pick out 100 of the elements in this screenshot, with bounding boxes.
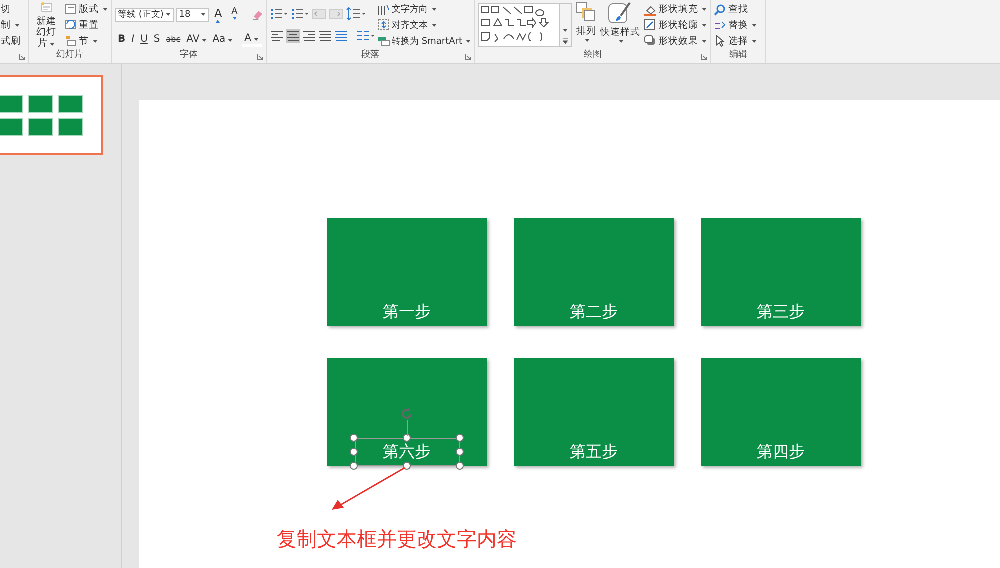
paragraph-command[interactable]: 文字方向 xyxy=(378,2,472,17)
caret-icon xyxy=(752,40,758,43)
font-name-field[interactable]: 等线 (正文) xyxy=(115,8,174,22)
shape-format-command[interactable]: 形状轮廓 xyxy=(644,18,708,32)
dialog-launcher-icon[interactable] xyxy=(465,54,472,60)
step-label: 第二步 xyxy=(570,302,618,322)
dialog-launcher-icon[interactable] xyxy=(701,54,708,60)
columns-icon[interactable] xyxy=(356,30,376,42)
step-rectangle[interactable]: 第三步 xyxy=(701,218,861,326)
caret-icon xyxy=(228,39,233,42)
slide-command[interactable]: 版式 xyxy=(65,2,108,17)
text-box[interactable]: 第一步 xyxy=(354,298,460,326)
caret-icon xyxy=(618,40,624,43)
annotation-text: 复制文本框并更改文字内容 xyxy=(277,526,518,553)
paragraph-command[interactable]: 转换为 SmartArt xyxy=(378,34,472,48)
quick-styles-button[interactable]: 快速样式 xyxy=(600,2,640,49)
step-label: 第五步 xyxy=(570,442,618,462)
character-spacing-button[interactable]: AV xyxy=(184,32,210,47)
command-icon xyxy=(378,35,390,48)
caret-icon xyxy=(432,8,437,12)
numbering-icon[interactable] xyxy=(291,8,309,20)
up-caret-icon xyxy=(216,20,220,23)
caret-icon xyxy=(50,43,55,46)
shrink-font-button[interactable]: A xyxy=(228,7,242,22)
down-caret-icon xyxy=(232,17,237,20)
editing-command[interactable]: 选择 xyxy=(714,34,758,48)
align-button[interactable] xyxy=(270,29,284,43)
command-icon xyxy=(378,19,390,32)
step-label: 第一步 xyxy=(383,302,431,322)
step-rectangle[interactable]: 第四步 xyxy=(701,358,861,466)
editing-command[interactable]: 查找 xyxy=(714,2,758,17)
caret-icon xyxy=(200,13,206,16)
caret-icon xyxy=(702,40,708,43)
command-icon xyxy=(714,4,726,16)
caret-icon xyxy=(432,24,437,27)
rotate-handle-icon[interactable] xyxy=(400,407,414,436)
clipboard-command[interactable]: 式刷 xyxy=(1,34,21,48)
new-slide-button[interactable]: 新建 幻灯片 xyxy=(32,2,61,49)
caret-icon xyxy=(103,8,108,12)
step-label: 第四步 xyxy=(757,442,805,462)
editing-command[interactable]: 替换 xyxy=(714,18,758,32)
caret-icon xyxy=(466,40,472,43)
caret-icon xyxy=(752,24,758,27)
resize-handle[interactable] xyxy=(403,462,411,470)
command-icon xyxy=(644,19,656,32)
font-size-field[interactable]: 18 xyxy=(176,8,209,22)
align-button[interactable] xyxy=(302,29,316,43)
step-rectangle[interactable]: 第一步 xyxy=(327,218,487,326)
arrange-button[interactable]: 排列 xyxy=(576,2,596,49)
underline-button[interactable]: U xyxy=(138,32,151,47)
text-box[interactable]: 第二步 xyxy=(542,298,646,326)
dialog-launcher-icon[interactable] xyxy=(19,54,25,60)
command-icon xyxy=(378,4,390,16)
step-label: 第三步 xyxy=(757,302,805,322)
step-rectangle[interactable]: 第二步 xyxy=(514,218,674,326)
step-label: 第六步 xyxy=(383,442,431,462)
text-box[interactable]: 第五步 xyxy=(542,438,646,466)
group-label: 段落 xyxy=(360,49,381,61)
clipboard-command[interactable]: 制 xyxy=(1,18,21,32)
clipboard-command[interactable]: 切 xyxy=(1,2,21,17)
bold-button[interactable]: B xyxy=(115,32,129,47)
text-box[interactable]: 第三步 xyxy=(728,298,834,326)
caret-icon xyxy=(702,8,708,12)
grow-font-button[interactable]: A xyxy=(210,7,226,22)
font-name-value: 等线 (正文) xyxy=(118,8,164,21)
step-rectangle[interactable]: 第五步 xyxy=(514,358,674,466)
group-label: 幻灯片 xyxy=(56,49,84,61)
shapes-gallery[interactable] xyxy=(478,3,572,47)
command-icon xyxy=(644,35,656,48)
caret-icon xyxy=(702,24,708,27)
group-label: 字体 xyxy=(179,49,199,61)
font-size-value: 18 xyxy=(179,10,191,20)
paragraph-command[interactable]: 对齐文本 xyxy=(378,18,472,32)
align-button[interactable] xyxy=(318,29,332,43)
group-label: 编辑 xyxy=(728,49,748,61)
align-button[interactable] xyxy=(334,29,348,43)
align-button[interactable] xyxy=(286,29,300,43)
shape-format-command[interactable]: 形状效果 xyxy=(644,34,708,48)
bullets-icon[interactable] xyxy=(270,8,288,20)
command-icon xyxy=(714,35,726,48)
command-icon xyxy=(65,19,77,32)
command-icon xyxy=(644,4,656,16)
italic-button[interactable]: I xyxy=(128,32,138,47)
change-case-button[interactable]: Aa xyxy=(210,32,236,47)
resize-handle[interactable] xyxy=(403,434,411,442)
text-box[interactable]: 第四步 xyxy=(728,438,834,466)
line-spacing-icon[interactable] xyxy=(346,7,366,21)
slide-command[interactable]: 重置 xyxy=(65,18,108,32)
shadow-button[interactable]: S xyxy=(150,32,164,47)
caret-icon xyxy=(166,13,172,16)
group-label: 绘图 xyxy=(582,49,603,61)
shape-format-command[interactable]: 形状填充 xyxy=(644,2,708,17)
caret-icon xyxy=(202,39,207,42)
command-icon xyxy=(65,35,77,48)
strikethrough-button[interactable]: abc xyxy=(163,32,184,47)
font-color-button[interactable]: A xyxy=(242,32,262,47)
slide-thumbnail[interactable] xyxy=(0,75,103,155)
slide-command[interactable]: 节 xyxy=(65,34,108,48)
dialog-launcher-icon[interactable] xyxy=(257,54,263,60)
caret-icon xyxy=(15,24,20,27)
